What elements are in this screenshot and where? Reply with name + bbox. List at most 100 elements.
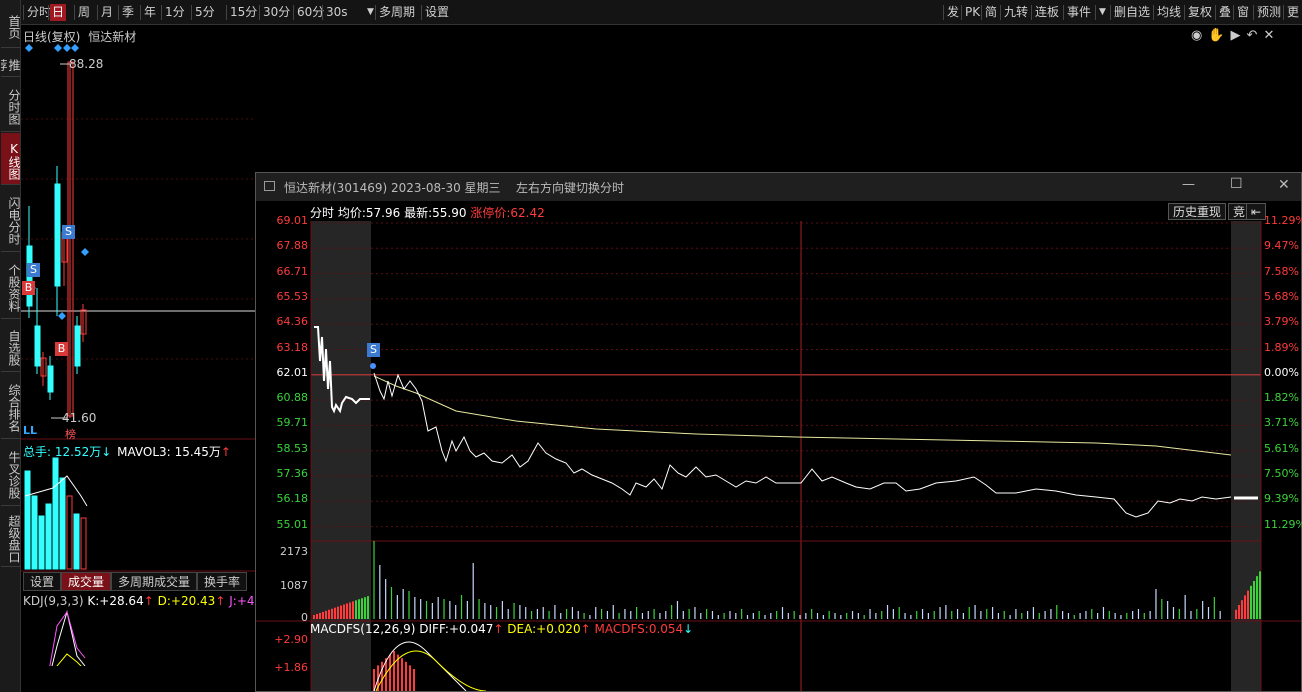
pct-tick-label: 9.47% — [1264, 239, 1299, 253]
minimize-icon[interactable]: — — [1182, 177, 1195, 192]
intraday-sell-marker[interactable]: S — [367, 343, 380, 357]
hand-icon[interactable]: ✋ — [1208, 28, 1230, 43]
toolbar-divider — [1031, 5, 1032, 20]
toolbar-divider — [1110, 5, 1111, 20]
tool-button-6[interactable]: ▼ — [1097, 4, 1108, 21]
buy-marker[interactable]: B — [55, 342, 68, 356]
nav-item-8[interactable]: 牛叉诊股 — [1, 440, 20, 506]
sell-marker[interactable]: S — [27, 263, 40, 277]
period-tab-9[interactable]: 30分 — [261, 4, 292, 21]
tool-button-12[interactable]: 预测 — [1255, 4, 1283, 21]
ll-label: LL — [23, 424, 38, 437]
nav-item-3[interactable]: K线图 — [1, 133, 20, 185]
diamond-marker — [25, 44, 33, 52]
kline-candle — [54, 183, 61, 287]
period-tab-12[interactable]: 多周期 — [377, 4, 417, 21]
kline-high-label: 88.28 — [69, 57, 104, 71]
tool-button-13[interactable]: 更 — [1285, 4, 1301, 21]
volume-bar — [38, 515, 45, 570]
kline-candle — [34, 325, 41, 367]
period-tab-5[interactable]: 年 — [142, 4, 158, 21]
period-tab-2[interactable]: 周 — [76, 4, 92, 21]
period-tab-13[interactable]: 设置 — [423, 4, 451, 21]
nav-item-7[interactable]: 综合排名 — [1, 373, 20, 439]
sell-marker[interactable]: S — [62, 225, 75, 239]
popup-title: 恒达新材(301469) 2023-08-30 星期三 — [284, 181, 501, 195]
period-tab-7[interactable]: 5分 — [193, 4, 217, 21]
maximize-icon[interactable]: ☐ — [1230, 176, 1243, 192]
kline-candle — [47, 365, 54, 393]
period-tab-1[interactable]: 日 — [50, 4, 67, 21]
toolbar-divider — [1233, 5, 1234, 20]
avg-price-line — [373, 375, 1232, 456]
period-tab-4[interactable]: 季 — [120, 4, 136, 21]
period-tab-11[interactable]: 30s — [324, 4, 350, 21]
tool-button-0[interactable]: 发 — [945, 4, 961, 21]
period-tab-3[interactable]: 月 — [99, 4, 115, 21]
price-tick-label: 63.18 — [276, 340, 309, 354]
macdfs-value: 0.054 — [648, 622, 684, 636]
tool-button-3[interactable]: 九转 — [1002, 4, 1030, 21]
intraday-chart[interactable] — [256, 221, 1301, 691]
tool-button-1[interactable]: PK — [963, 4, 982, 21]
k-value: +28.64 — [99, 594, 144, 608]
volume-legend: 总手: 12.52万↓ MAVOL3: 15.45万↑ — [23, 443, 231, 460]
tool-button-11[interactable]: 窗 — [1235, 4, 1251, 21]
nav-item-4[interactable]: 闪电分时 — [1, 186, 20, 252]
toolbar-divider — [1095, 5, 1096, 20]
nav-item-5[interactable]: 个股资料 — [1, 253, 20, 319]
tool-button-10[interactable]: 叠 — [1217, 4, 1233, 21]
indicator-tab-3[interactable]: 换手率 — [197, 572, 247, 591]
tool-button-8[interactable]: 均线 — [1155, 4, 1183, 21]
undo-icon[interactable]: ↶ — [1247, 28, 1264, 43]
tool-button-2[interactable]: 简 — [983, 4, 999, 21]
history-replay-button[interactable]: 历史重现 — [1168, 203, 1227, 220]
nav-item-9[interactable]: 超级盘口 — [1, 507, 20, 567]
tool-button-9[interactable]: 复权 — [1186, 4, 1214, 21]
nav-item-1[interactable]: 推荐 — [1, 49, 20, 77]
buy-marker[interactable]: B — [22, 281, 35, 295]
tool-button-5[interactable]: 事件 — [1065, 4, 1093, 21]
j-line — [49, 610, 86, 666]
toolbar-divider — [293, 5, 294, 20]
toolbar-divider — [943, 5, 944, 20]
cross-icon[interactable]: ✕ — [1263, 28, 1280, 43]
nav-item-0[interactable]: 首页 — [1, 2, 20, 48]
indicator-tab-0[interactable]: 设置 — [23, 572, 61, 591]
nav-item-6[interactable]: 自选股 — [1, 320, 20, 372]
tool-button-7[interactable]: 删自选 — [1112, 4, 1152, 21]
period-dropdown-icon[interactable]: ▼ — [365, 4, 376, 21]
price-tick-label: 69.01 — [276, 214, 309, 227]
price-tick-label: 56.18 — [276, 492, 309, 506]
avg-label: 均价: — [337, 206, 366, 220]
sell-dot — [370, 363, 376, 369]
period-tab-8[interactable]: 15分 — [228, 4, 259, 21]
volume-bar — [80, 517, 87, 570]
play-icon[interactable]: ▶ — [1231, 28, 1247, 43]
pct-tick-label: 7.58% — [1264, 264, 1299, 278]
volume-tick-label: 1087 — [280, 579, 308, 592]
bang-label: 榜 — [65, 428, 76, 441]
indicator-tab-2[interactable]: 多周期成交量 — [111, 572, 197, 591]
pct-tick-label: 5.61% — [1264, 441, 1299, 455]
popup-titlebar[interactable]: 恒达新材(301469) 2023-08-30 星期三 左右方向键切换分时 — … — [256, 173, 1301, 201]
indicator-tab-1[interactable]: 成交量 — [61, 572, 111, 591]
period-tab-6[interactable]: 1分 — [163, 4, 187, 21]
nav-item-2[interactable]: 分时图 — [1, 78, 20, 132]
toolbar-divider — [118, 5, 119, 20]
diff-line — [373, 641, 467, 691]
tool-button-4[interactable]: 连板 — [1033, 4, 1061, 21]
limit-label: 涨停价: — [470, 206, 511, 220]
close-icon[interactable]: ✕ — [1278, 177, 1290, 193]
price-tick-label: 66.71 — [276, 264, 309, 278]
price-tick-label: 55.01 — [276, 517, 309, 531]
macd-tick-label: +1.86 — [274, 661, 308, 674]
vol-value: 12.52万 — [54, 445, 102, 459]
eye-icon[interactable]: ◉ — [1191, 28, 1208, 43]
toolbar-divider — [1063, 5, 1064, 20]
period-toolbar: 分时日周月季年 1分 5分 15分 30分 60分 30s 多周期 设置 ▼ 发 PK 简九转 连板 事件 ▼… — [21, 0, 1302, 25]
toolbar-divider — [1215, 5, 1216, 20]
macd-title: MACDFS(12,26,9) — [310, 622, 416, 636]
bar-label: 分时 — [310, 206, 335, 220]
dea-label: DEA: — [507, 622, 537, 636]
